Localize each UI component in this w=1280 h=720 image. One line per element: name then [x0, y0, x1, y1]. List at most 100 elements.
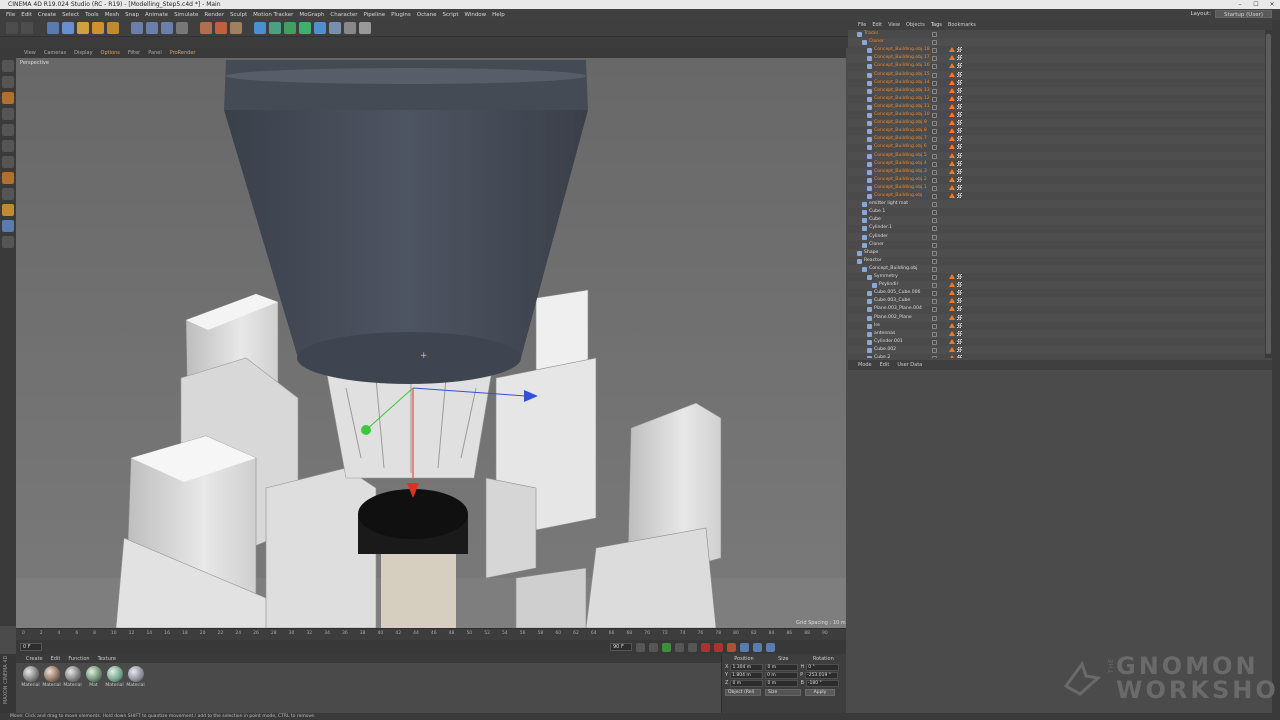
phong-tag-icon[interactable] [949, 71, 955, 77]
rotation-h-field[interactable]: 0 ° [806, 663, 840, 671]
texture-tag-icon[interactable] [956, 355, 962, 358]
phong-tag-icon[interactable] [949, 160, 955, 166]
menu-octane[interactable]: Octane [417, 12, 437, 18]
menu-sculpt[interactable]: Sculpt [230, 12, 247, 18]
material-swatch[interactable]: Material [105, 666, 124, 710]
record-icon[interactable] [701, 642, 710, 652]
texture-tag-icon[interactable] [956, 136, 962, 142]
phong-tag-icon[interactable] [949, 79, 955, 85]
go-to-end-icon[interactable] [688, 642, 697, 652]
menu-pipeline[interactable]: Pipeline [364, 12, 386, 18]
lock-workplane-icon[interactable] [2, 220, 14, 232]
om-menu-objects[interactable]: Objects [906, 22, 925, 28]
texture-tag-icon[interactable] [956, 71, 962, 77]
phong-tag-icon[interactable] [949, 63, 955, 69]
texture-tag-icon[interactable] [956, 322, 962, 328]
texture-tag-icon[interactable] [956, 112, 962, 117]
position-key-icon[interactable] [740, 642, 749, 652]
phong-tag-icon[interactable] [949, 55, 955, 61]
edges-mode-icon[interactable] [2, 140, 14, 152]
menu-motion-tracker[interactable]: Motion Tracker [253, 12, 293, 18]
material-swatch[interactable]: Material [42, 666, 61, 710]
texture-tag-icon[interactable] [956, 160, 962, 166]
am-menu-mode[interactable]: Mode [858, 362, 872, 368]
texture-tag-icon[interactable] [956, 47, 962, 53]
model-mode-icon[interactable] [2, 76, 14, 88]
menu-character[interactable]: Character [330, 12, 357, 18]
texture-tag-icon[interactable] [956, 346, 962, 352]
visibility-toggle[interactable] [932, 153, 937, 159]
size-mode-dropdown[interactable]: Size [765, 689, 801, 696]
subdivision-icon[interactable] [284, 22, 296, 34]
visibility-toggle[interactable] [932, 194, 937, 199]
phong-tag-icon[interactable] [949, 120, 955, 126]
minimize-button[interactable]: – [1232, 0, 1248, 9]
recent-tools-icon[interactable] [107, 22, 119, 34]
menu-select[interactable]: Select [62, 12, 79, 18]
texture-tag-icon[interactable] [956, 95, 962, 101]
phong-tag-icon[interactable] [949, 282, 955, 288]
go-to-start-icon[interactable] [636, 642, 645, 652]
pen-icon[interactable] [269, 22, 281, 34]
phong-tag-icon[interactable] [949, 176, 955, 182]
y-axis-lock-icon[interactable] [146, 22, 158, 34]
visibility-toggle[interactable] [932, 48, 937, 54]
end-frame-field[interactable]: 90 F [610, 643, 632, 651]
next-key-icon[interactable] [675, 642, 684, 652]
scale-icon[interactable] [77, 22, 89, 34]
menu-create[interactable]: Create [38, 12, 56, 18]
menu-simulate[interactable]: Simulate [174, 12, 198, 18]
material-menu-create[interactable]: Create [26, 656, 43, 662]
om-menu-edit[interactable]: Edit [872, 22, 882, 28]
visibility-toggle[interactable] [932, 145, 937, 151]
object-manager-scrollbar[interactable] [1265, 30, 1272, 358]
move-icon[interactable] [62, 22, 74, 34]
menu-script[interactable]: Script [443, 12, 459, 18]
deformer-icon[interactable] [314, 22, 326, 34]
texture-tag-icon[interactable] [956, 330, 962, 336]
select-icon[interactable] [47, 22, 59, 34]
texture-tag-icon[interactable] [956, 63, 962, 69]
phong-tag-icon[interactable] [949, 193, 955, 198]
texture-tag-icon[interactable] [956, 306, 962, 312]
menu-file[interactable]: File [6, 12, 15, 18]
menu-plugins[interactable]: Plugins [391, 12, 411, 18]
cloner-icon[interactable] [299, 22, 311, 34]
visibility-toggle[interactable] [932, 331, 937, 337]
previous-key-icon[interactable] [649, 642, 658, 652]
visibility-toggle[interactable] [932, 161, 937, 167]
phong-tag-icon[interactable] [949, 95, 955, 101]
viewport-menu-panel[interactable]: Panel [148, 50, 162, 56]
visibility-toggle[interactable] [932, 291, 937, 297]
tweak-mode-icon[interactable] [2, 188, 14, 200]
menu-mograph[interactable]: MoGraph [299, 12, 324, 18]
phong-tag-icon[interactable] [949, 314, 955, 320]
phong-tag-icon[interactable] [949, 355, 955, 358]
render-settings-icon[interactable] [230, 22, 242, 34]
menu-mesh[interactable]: Mesh [105, 12, 119, 18]
texture-mode-icon[interactable] [2, 92, 14, 104]
visibility-toggle[interactable] [932, 104, 937, 110]
texture-tag-icon[interactable] [956, 298, 962, 304]
texture-tag-icon[interactable] [956, 103, 962, 109]
light-icon[interactable] [359, 22, 371, 34]
polygons-mode-icon[interactable] [2, 156, 14, 168]
rotate-icon[interactable] [92, 22, 104, 34]
visibility-toggle[interactable] [932, 210, 937, 216]
visibility-toggle[interactable] [932, 96, 937, 102]
viewport-menu-filter[interactable]: Filter [128, 50, 140, 56]
material-swatch[interactable]: Material [126, 666, 145, 710]
visibility-toggle[interactable] [932, 299, 937, 305]
workplane-icon[interactable] [2, 108, 14, 120]
visibility-toggle[interactable] [932, 356, 937, 358]
phong-tag-icon[interactable] [949, 128, 955, 134]
visibility-toggle[interactable] [932, 129, 937, 135]
om-menu-file[interactable]: File [858, 22, 866, 28]
visibility-toggle[interactable] [932, 275, 937, 280]
visibility-toggle[interactable] [932, 226, 937, 232]
texture-tag-icon[interactable] [956, 120, 962, 126]
visibility-toggle[interactable] [932, 283, 937, 289]
rotation-p-field[interactable]: -253.019 ° [805, 671, 839, 679]
phong-tag-icon[interactable] [949, 290, 955, 296]
size-y-field[interactable]: 0 m [765, 671, 799, 679]
